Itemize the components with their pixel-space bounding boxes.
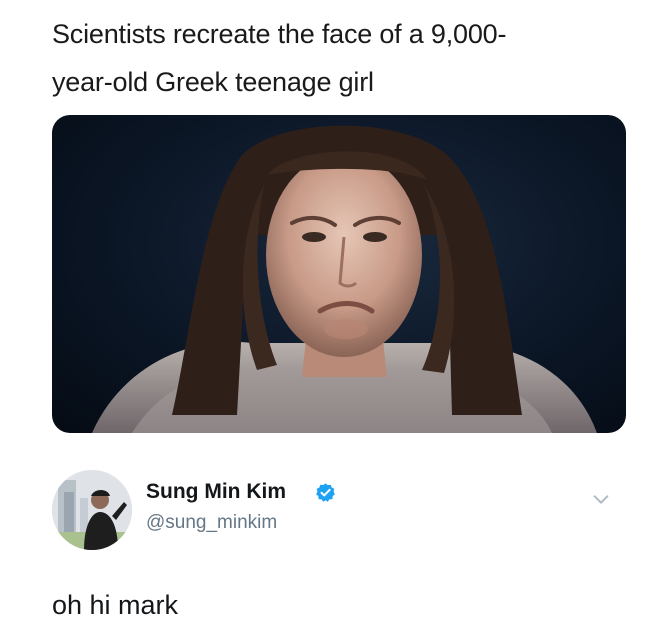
tweet-text: oh hi mark — [52, 590, 179, 620]
tweet-header: Sung Min Kim @sung_minkim — [52, 470, 626, 550]
headline: Scientists recreate the face of a 9,000-… — [52, 10, 632, 106]
headline-line-1: Scientists recreate the face of a 9,000- — [52, 19, 507, 49]
headline-line-2: year-old Greek teenage girl — [52, 67, 374, 97]
meme-post: Scientists recreate the face of a 9,000-… — [0, 0, 658, 638]
avatar[interactable] — [52, 470, 132, 550]
chevron-down-icon[interactable] — [590, 488, 612, 510]
verified-badge-icon — [315, 482, 336, 503]
display-name[interactable]: Sung Min Kim — [146, 480, 286, 504]
reconstruction-photo — [52, 115, 626, 433]
handle[interactable]: @sung_minkim — [146, 512, 277, 534]
